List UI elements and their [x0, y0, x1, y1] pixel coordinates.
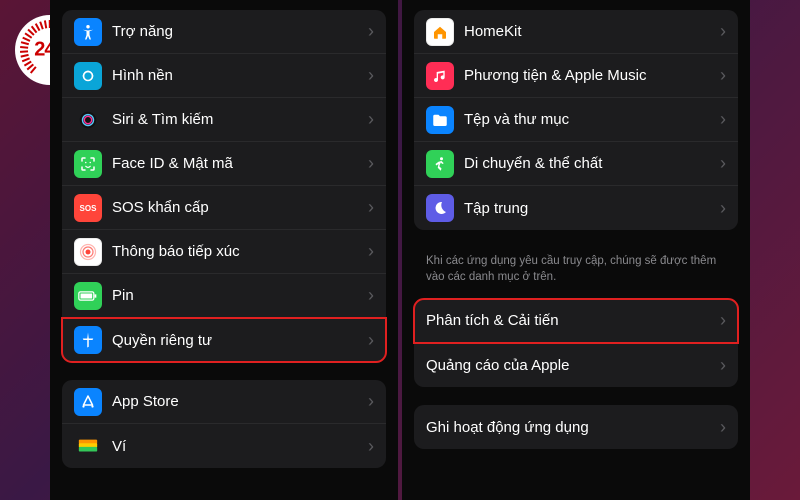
- row-label: SOS khẩn cấp: [112, 199, 362, 216]
- settings-row[interactable]: Phân tích & Cải tiến ›: [414, 299, 738, 343]
- row-label: Ghi hoạt động ứng dụng: [426, 419, 714, 436]
- svg-text:SOS: SOS: [80, 204, 98, 213]
- settings-row[interactable]: Di chuyển & thể chất ›: [414, 142, 738, 186]
- privacy-group-3: Ghi hoạt động ứng dụng ›: [414, 405, 738, 449]
- privacy-icon: [74, 326, 102, 354]
- accessibility-icon: [74, 18, 102, 46]
- row-label: Phân tích & Cải tiến: [426, 312, 714, 329]
- settings-row[interactable]: Trợ năng ›: [62, 10, 386, 54]
- row-label: HomeKit: [464, 23, 714, 40]
- row-label: Thông báo tiếp xúc: [112, 243, 362, 260]
- settings-row[interactable]: Hình nền ›: [62, 54, 386, 98]
- screenshots-stage: Trợ năng›Hình nền›Siri & Tìm kiếm›Face I…: [50, 0, 750, 500]
- focus-icon: [426, 194, 454, 222]
- row-label: Quyền riêng tư: [112, 332, 362, 349]
- chevron-right-icon: ›: [368, 241, 374, 262]
- row-label: App Store: [112, 393, 362, 410]
- row-label: Phương tiện & Apple Music: [464, 67, 714, 84]
- battery-icon: [74, 282, 102, 310]
- settings-row[interactable]: Siri & Tìm kiếm ›: [62, 98, 386, 142]
- settings-row[interactable]: SOS SOS khẩn cấp ›: [62, 186, 386, 230]
- settings-row[interactable]: Ví ›: [62, 424, 386, 468]
- row-label: Trợ năng: [112, 23, 362, 40]
- chevron-right-icon: ›: [368, 109, 374, 130]
- row-label: Hình nền: [112, 67, 362, 84]
- exposure-icon: [74, 238, 102, 266]
- settings-group-1: Trợ năng›Hình nền›Siri & Tìm kiếm›Face I…: [62, 10, 386, 362]
- row-label: Quảng cáo của Apple: [426, 357, 714, 374]
- chevron-right-icon: ›: [368, 21, 374, 42]
- settings-row[interactable]: App Store ›: [62, 380, 386, 424]
- settings-row[interactable]: Phương tiện & Apple Music ›: [414, 54, 738, 98]
- settings-row[interactable]: Tập trung ›: [414, 186, 738, 230]
- home-icon: [426, 18, 454, 46]
- settings-row[interactable]: Quyền riêng tư ›: [62, 318, 386, 362]
- chevron-right-icon: ›: [720, 355, 726, 376]
- chevron-right-icon: ›: [720, 153, 726, 174]
- settings-row[interactable]: Pin ›: [62, 274, 386, 318]
- settings-row[interactable]: Quảng cáo của Apple ›: [414, 343, 738, 387]
- chevron-right-icon: ›: [368, 197, 374, 218]
- phone-left: Trợ năng›Hình nền›Siri & Tìm kiếm›Face I…: [50, 0, 398, 500]
- row-label: Siri & Tìm kiếm: [112, 111, 362, 128]
- row-label: Pin: [112, 287, 362, 304]
- faceid-icon: [74, 150, 102, 178]
- phone-right: HomeKit›Phương tiện & Apple Music›Tệp và…: [402, 0, 750, 500]
- chevron-right-icon: ›: [368, 436, 374, 457]
- wallet-icon: [74, 432, 102, 460]
- chevron-right-icon: ›: [720, 310, 726, 331]
- music-icon: [426, 62, 454, 90]
- row-label: Tập trung: [464, 200, 714, 217]
- appstore-icon: [74, 388, 102, 416]
- chevron-right-icon: ›: [720, 417, 726, 438]
- settings-row[interactable]: Ghi hoạt động ứng dụng ›: [414, 405, 738, 449]
- privacy-group-2: Phân tích & Cải tiến›Quảng cáo của Apple…: [414, 299, 738, 387]
- chevron-right-icon: ›: [368, 285, 374, 306]
- privacy-footer-text: Khi các ứng dụng yêu cầu truy cập, chúng…: [402, 248, 750, 299]
- chevron-right-icon: ›: [720, 21, 726, 42]
- chevron-right-icon: ›: [720, 109, 726, 130]
- privacy-group-1: HomeKit›Phương tiện & Apple Music›Tệp và…: [414, 10, 738, 230]
- chevron-right-icon: ›: [368, 153, 374, 174]
- settings-row[interactable]: HomeKit ›: [414, 10, 738, 54]
- chevron-right-icon: ›: [368, 65, 374, 86]
- chevron-right-icon: ›: [720, 65, 726, 86]
- row-label: Di chuyển & thể chất: [464, 155, 714, 172]
- motion-icon: [426, 150, 454, 178]
- sos-icon: SOS: [74, 194, 102, 222]
- chevron-right-icon: ›: [720, 198, 726, 219]
- chevron-right-icon: ›: [368, 330, 374, 351]
- files-icon: [426, 106, 454, 134]
- row-label: Tệp và thư mục: [464, 111, 714, 128]
- siri-icon: [74, 106, 102, 134]
- wallpaper-icon: [74, 62, 102, 90]
- settings-row[interactable]: Face ID & Mật mã ›: [62, 142, 386, 186]
- row-label: Ví: [112, 438, 362, 455]
- settings-row[interactable]: Tệp và thư mục ›: [414, 98, 738, 142]
- chevron-right-icon: ›: [368, 391, 374, 412]
- row-label: Face ID & Mật mã: [112, 155, 362, 172]
- settings-group-2: App Store › Ví ›: [62, 380, 386, 468]
- settings-row[interactable]: Thông báo tiếp xúc ›: [62, 230, 386, 274]
